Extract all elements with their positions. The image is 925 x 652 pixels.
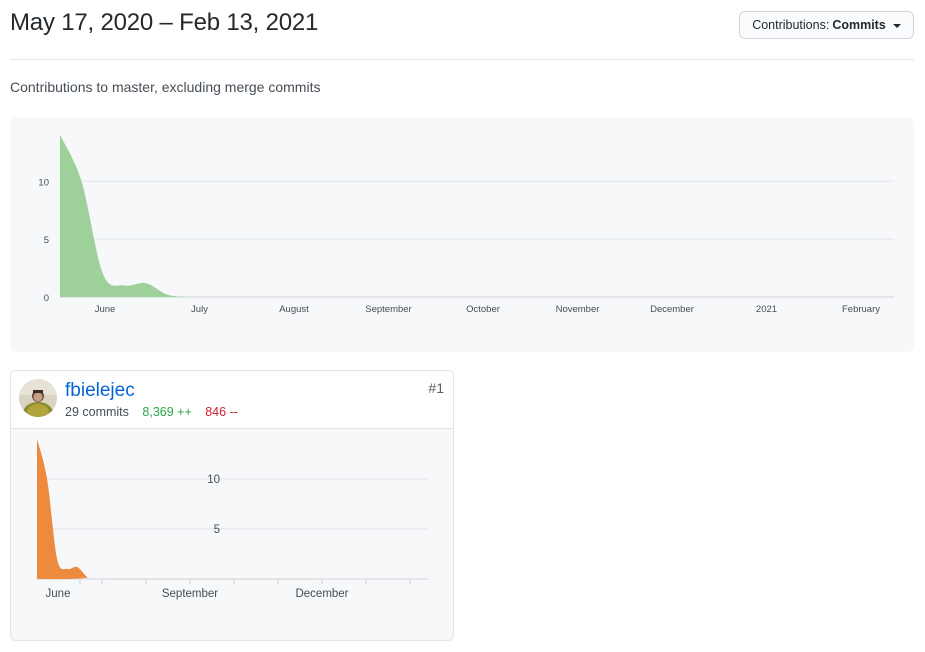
x-tick-label: November [556,304,600,315]
header-divider [10,59,914,60]
y-tick-label: 0 [44,293,49,304]
contributions-selected-value: Commits [832,18,886,32]
y-tick-label: 5 [214,524,220,536]
chart-subtitle: Contributions to master, excluding merge… [10,79,321,95]
contributor-card: fbielejec 29 commits 8,369 ++ 846 -- #1 … [10,370,454,641]
contributions-type-dropdown[interactable]: Contributions: Commits [739,11,914,39]
avatar-image [19,379,57,417]
main-contributions-chart: 0 5 10 June July August September October Novemb… [10,117,914,352]
y-tick-label: 10 [207,474,220,486]
x-tick-label: August [279,304,309,315]
series-area [60,135,894,298]
contributor-username-link[interactable]: fbielejec [65,380,135,402]
x-tick-label: December [295,588,348,600]
y-tick-label: 5 [44,235,49,246]
contributor-chart: 5 10 June September December [11,429,453,640]
x-tick-label: September [365,304,411,315]
commit-count: 29 commits [65,405,129,419]
contributor-stats: 29 commits 8,369 ++ 846 -- [65,405,238,419]
x-tick-label: 2021 [756,304,777,315]
main-chart-svg: 0 5 10 June July August September October Novemb… [38,135,894,315]
avatar[interactable] [19,379,57,417]
x-tick-label: December [650,304,694,315]
x-tick-label: June [46,588,71,600]
x-tick-label: July [191,304,208,315]
x-tick-label: October [466,304,500,315]
deletions-count: 846 -- [205,405,238,419]
date-range-title: May 17, 2020 – Feb 13, 2021 [10,9,319,36]
contributor-rank: #1 [428,380,444,396]
contributions-label: Contributions: [752,18,830,32]
x-tick-label: February [842,304,880,315]
caret-down-icon [892,23,901,28]
contributor-chart-svg: 5 10 June September December [37,439,428,600]
contributor-card-header: fbielejec 29 commits 8,369 ++ 846 -- #1 [11,371,453,429]
x-tick-label: September [162,588,218,600]
series-area [37,439,428,580]
additions-count: 8,369 ++ [142,405,192,419]
y-tick-label: 10 [38,177,49,188]
x-tick-label: June [95,304,116,315]
